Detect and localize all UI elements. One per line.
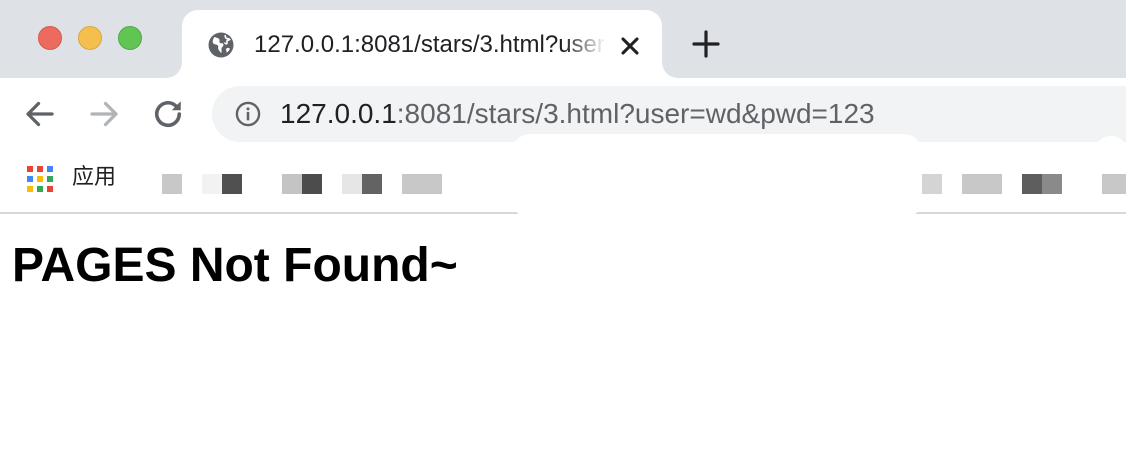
tab-title: 127.0.0.1:8081/stars/3.html?user=wd&pwd=… bbox=[254, 31, 606, 58]
window-minimize-button[interactable] bbox=[78, 26, 102, 50]
bookmark-item-pixelated[interactable] bbox=[342, 174, 362, 194]
back-arrow-icon[interactable] bbox=[22, 96, 58, 132]
window-close-button[interactable] bbox=[38, 26, 62, 50]
tab-close-icon[interactable] bbox=[616, 32, 644, 60]
bookmark-item-pixelated[interactable] bbox=[922, 174, 942, 194]
bookmark-item-pixelated[interactable] bbox=[202, 174, 222, 194]
page-content: PAGES Not Found~ bbox=[0, 216, 1126, 472]
page-heading: PAGES Not Found~ bbox=[12, 239, 458, 292]
url-text[interactable]: 127.0.0.1:8081/stars/3.html?user=wd&pwd=… bbox=[280, 96, 875, 132]
redaction-mask bbox=[1096, 136, 1126, 164]
active-tab[interactable]: 127.0.0.1:8081/stars/3.html?user=wd&pwd=… bbox=[182, 10, 662, 78]
url-host: 127.0.0.1 bbox=[280, 98, 397, 129]
info-icon[interactable] bbox=[234, 100, 262, 128]
apps-grid-icon[interactable] bbox=[26, 165, 54, 193]
bookmark-item-pixelated[interactable] bbox=[302, 174, 322, 194]
bookmark-item-pixelated[interactable] bbox=[962, 174, 1002, 194]
bookmark-item-pixelated[interactable] bbox=[362, 174, 382, 194]
bookmark-item-pixelated[interactable] bbox=[1102, 174, 1126, 194]
redaction-mask bbox=[512, 134, 922, 218]
bookmark-item-pixelated[interactable] bbox=[402, 174, 442, 194]
bookmark-item-pixelated[interactable] bbox=[162, 174, 182, 194]
bookmark-item-pixelated[interactable] bbox=[282, 174, 302, 194]
globe-icon bbox=[208, 32, 234, 58]
url-path: :8081/stars/3.html?user=wd&pwd=123 bbox=[396, 98, 875, 129]
bookmark-item-pixelated[interactable] bbox=[1042, 174, 1062, 194]
bookmark-item-pixelated[interactable] bbox=[1022, 174, 1042, 194]
bookmark-item-pixelated[interactable] bbox=[222, 174, 242, 194]
forward-arrow-icon[interactable] bbox=[86, 96, 122, 132]
reload-icon[interactable] bbox=[150, 96, 186, 132]
tab-strip: 127.0.0.1:8081/stars/3.html?user=wd&pwd=… bbox=[0, 0, 1126, 78]
new-tab-plus-icon[interactable] bbox=[690, 28, 722, 60]
window-maximize-button[interactable] bbox=[118, 26, 142, 50]
apps-bookmark-label[interactable]: 应用 bbox=[72, 162, 116, 194]
